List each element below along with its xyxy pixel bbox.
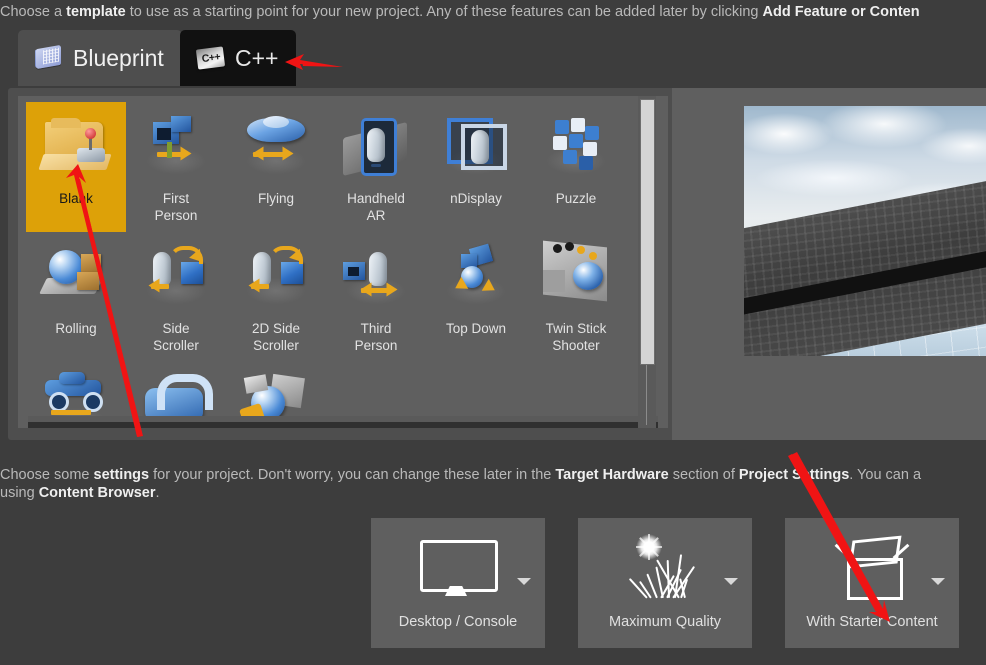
rolling-ball-icon <box>37 238 115 316</box>
template-tile-label: Top Down <box>445 321 507 336</box>
vertical-scrollbar-thumb[interactable] <box>640 99 655 365</box>
settings-instruction-text: Choose some settings for your project. D… <box>0 466 986 502</box>
option-starter-content-label: With Starter Content <box>806 614 938 630</box>
preview-screenshot <box>744 106 986 356</box>
template-tile-2d-side-scroller[interactable]: 2D Side Scroller <box>226 232 326 362</box>
template-tile-label: First Person <box>154 191 198 223</box>
template-tile-side-scroller[interactable]: Side Scroller <box>126 232 226 362</box>
2d-side-scroller-icon <box>237 238 315 316</box>
plain-text: Choose a <box>0 4 67 20</box>
template-tile-label: Puzzle <box>555 191 597 206</box>
template-tile-flying[interactable]: Flying <box>226 102 326 232</box>
emphasis-text: Project Settings <box>738 467 850 483</box>
template-tile-label: Flying <box>257 191 294 206</box>
handheld-ar-icon <box>337 108 415 186</box>
option-quality[interactable]: Maximum Quality <box>578 518 752 648</box>
template-tile-first-person[interactable]: First Person <box>126 102 226 232</box>
template-grid: Blank First Person Flying Handheld AR nDispl… <box>18 96 648 428</box>
template-tile-label: Side Scroller <box>153 321 199 353</box>
template-tile-label: nDisplay <box>450 191 502 206</box>
first-person-icon <box>137 108 215 186</box>
third-person-icon <box>337 238 415 316</box>
horizontal-scrollbar[interactable] <box>28 422 658 428</box>
template-category-tabs: Blueprint C++ C++ <box>0 30 986 92</box>
template-tile-label: Handheld AR <box>347 191 405 223</box>
plain-text: . You can a <box>849 467 922 483</box>
template-tile-rolling[interactable]: Rolling <box>26 232 126 362</box>
plain-text: to use as a starting point for your new … <box>125 4 763 20</box>
template-tile-third-person[interactable]: Third Person <box>326 232 426 362</box>
template-tile-label: Twin Stick Shooter <box>545 321 607 353</box>
chevron-down-icon[interactable] <box>517 578 531 585</box>
blueprint-book-icon <box>34 44 64 72</box>
twin-stick-shooter-icon <box>537 238 615 316</box>
template-tile-puzzle[interactable]: Puzzle <box>526 102 626 232</box>
option-starter-content[interactable]: With Starter Content <box>785 518 959 648</box>
template-tile-label: 2D Side Scroller <box>251 321 301 353</box>
template-tile-label: Rolling <box>55 321 97 336</box>
emphasis-text: settings <box>93 467 150 483</box>
tab-blueprint-label: Blueprint <box>73 44 164 71</box>
monitor-icon <box>371 532 545 604</box>
chevron-down-icon[interactable] <box>931 578 945 585</box>
flying-ship-icon <box>237 108 315 186</box>
emphasis-text: Add Feature or Conten <box>762 4 920 20</box>
project-settings-options: Desktop / Console Maximum Quality With S… <box>0 518 986 648</box>
project-wizard-screen: Choose a template to use as a starting p… <box>0 0 986 665</box>
scrollbar-line <box>646 365 647 425</box>
tab-cpp[interactable]: C++ C++ <box>180 30 297 86</box>
top-down-icon <box>437 238 515 316</box>
plain-text: section of <box>668 467 739 483</box>
template-tile-blank[interactable]: Blank <box>26 102 126 232</box>
puzzle-icon <box>537 108 615 186</box>
template-tile-ndisplay[interactable]: nDisplay <box>426 102 526 232</box>
sun-grass-icon <box>578 532 752 604</box>
template-instruction-text: Choose a template to use as a starting p… <box>0 0 986 24</box>
tab-blueprint[interactable]: Blueprint <box>18 30 182 86</box>
emphasis-text: Content Browser <box>38 485 156 501</box>
emphasis-text: Target Hardware <box>555 467 669 483</box>
content-box-icon <box>785 532 959 604</box>
template-tile-twin-stick-shooter[interactable]: Twin Stick Shooter <box>526 232 626 362</box>
option-target-hardware[interactable]: Desktop / Console <box>371 518 545 648</box>
chevron-down-icon[interactable] <box>724 578 738 585</box>
side-scroller-icon <box>137 238 215 316</box>
template-preview-pane: Blank A clean empty project with no code… <box>672 88 986 440</box>
template-tile-top-down[interactable]: Top Down <box>426 232 526 362</box>
option-quality-label: Maximum Quality <box>609 614 721 630</box>
folder-joystick-icon <box>37 108 115 186</box>
tab-cpp-label: C++ <box>235 44 279 71</box>
template-grid-scroll-area[interactable]: Blank First Person Flying Handheld AR nDispl… <box>18 96 668 428</box>
plain-text: for your project. Don't worry, you can c… <box>149 467 556 483</box>
ndisplay-icon <box>437 108 515 186</box>
template-tile-handheld-ar[interactable]: Handheld AR <box>326 102 426 232</box>
template-tile-label: Blank <box>59 191 93 206</box>
plain-text: using <box>0 485 39 501</box>
emphasis-text: template <box>66 4 126 20</box>
template-tile-label: Third Person <box>354 321 398 353</box>
cpp-plate-icon: C++ <box>195 44 226 72</box>
plain-text: Choose some <box>0 467 94 483</box>
plain-text: . <box>155 485 160 501</box>
option-target-hardware-label: Desktop / Console <box>398 614 518 630</box>
